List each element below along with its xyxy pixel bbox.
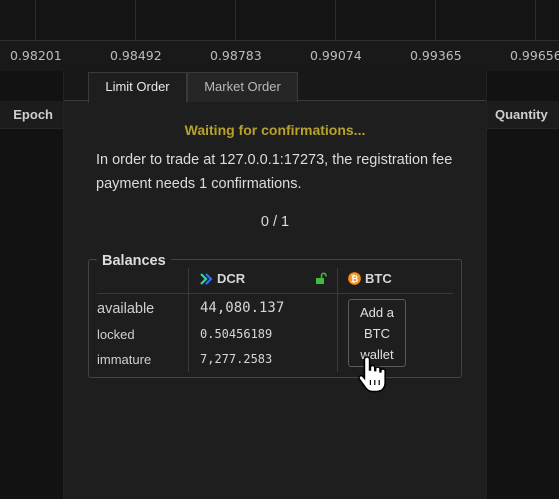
quantity-column-header: Quantity <box>487 101 559 129</box>
chart-x-axis: 0.98201 0.98492 0.98783 0.99074 0.99365 … <box>0 41 559 71</box>
add-wallet-line: BTC <box>364 326 390 341</box>
dcr-locked-value: 0.50456189 <box>200 327 273 341</box>
column-divider <box>337 268 338 372</box>
confirmation-count: 0 / 1 <box>260 214 290 230</box>
unlocked-padlock-icon[interactable] <box>315 272 327 285</box>
chart-gridline <box>135 0 136 40</box>
registration-status: Waiting for confirmations... <box>184 122 366 138</box>
chart-gridline <box>335 0 336 40</box>
locked-label: locked <box>97 327 135 342</box>
depth-chart <box>0 0 559 40</box>
dcr-available-value: 44,080.137 <box>200 300 285 316</box>
x-tick-label: 0.98201 <box>10 48 62 63</box>
tab-market-order[interactable]: Market Order <box>187 72 298 102</box>
registration-message: In order to trade at 127.0.0.1:17273, th… <box>96 152 453 192</box>
dcr-immature-value: 7,277.2583 <box>200 352 273 366</box>
orderbook-panel: Quantity <box>486 71 559 499</box>
column-divider <box>188 268 189 372</box>
x-tick-label: 0.99365 <box>410 48 462 63</box>
hand-pointer-cursor-icon <box>358 356 386 393</box>
dcr-column-header: DCR <box>199 271 245 286</box>
dcr-symbol: DCR <box>217 271 246 286</box>
x-tick-label: 0.98492 <box>110 48 162 63</box>
chart-gridline <box>35 0 36 40</box>
tab-limit-order[interactable]: Limit Order <box>88 72 187 103</box>
x-tick-label: 0.99656 <box>510 48 559 63</box>
svg-text:₿: ₿ <box>351 274 358 285</box>
dcr-icon <box>200 272 213 285</box>
immature-label: immature <box>97 352 152 367</box>
balances-title: Balances <box>97 253 171 269</box>
chart-gridline <box>435 0 436 40</box>
order-type-tabs: Limit Order Market Order <box>64 71 486 103</box>
x-tick-label: 0.99074 <box>310 48 362 63</box>
order-form: Limit Order Market Order Waiting for con… <box>64 71 486 499</box>
x-tick-label: 0.98783 <box>210 48 262 63</box>
chart-gridline <box>535 0 536 40</box>
available-label: available <box>97 301 155 317</box>
balances-box: Balances DCR ₿ BTC available locked imma… <box>88 253 462 378</box>
epoch-panel: Epoch <box>0 71 64 499</box>
epoch-column-header: Epoch <box>0 101 63 129</box>
btc-symbol: BTC <box>365 271 392 286</box>
header-divider <box>97 293 453 294</box>
btc-icon: ₿ <box>348 272 361 285</box>
btc-column-header: ₿ BTC <box>348 271 392 286</box>
add-wallet-line: Add a <box>360 305 394 320</box>
chart-gridline <box>235 0 236 40</box>
